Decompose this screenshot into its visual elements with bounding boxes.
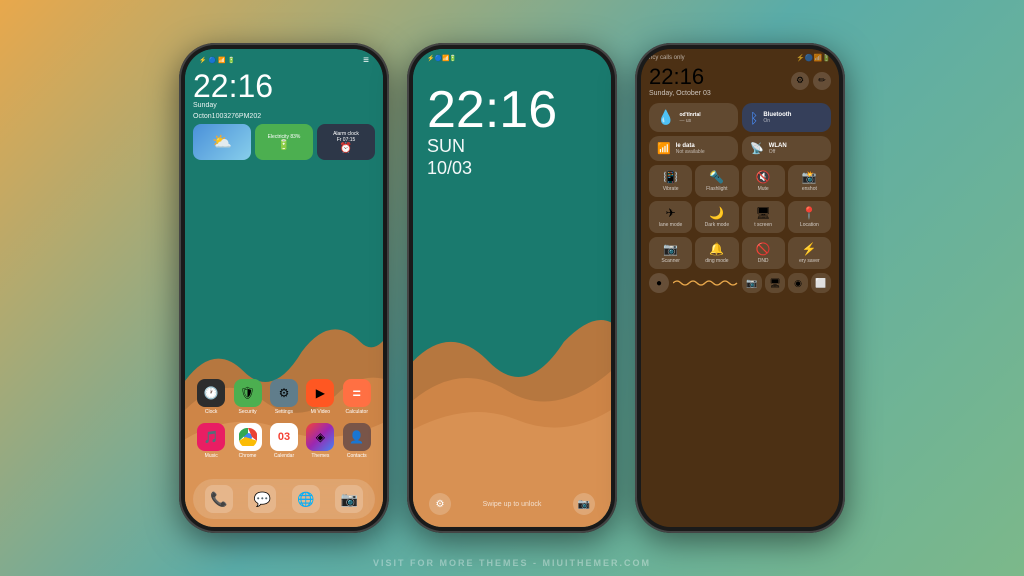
alarm-widget[interactable]: Alarm clock Fr 07:15 ⏰ [317,124,375,160]
cc-edit-icon[interactable]: ✏ [813,72,831,90]
phone-1-homescreen: ⚡🔵📶🔋 ≡ 22:16 Sunday Octon1003276PM202 ⛅ … [179,43,389,533]
cc-buttons-row3: 📷 Scanner 🔔 ding mode 🚫 DND ⚡ ery saver [649,237,831,269]
cc-btn-dnd[interactable]: 🚫 DND [742,237,785,269]
app-music[interactable]: 🎵 Music [194,423,228,459]
mute-icon: 🔇 [756,170,771,184]
lock-time-area: 22:16 SUN 10/03 [413,64,611,179]
home-date-line2: Octon1003276PM202 [193,113,375,120]
cc-settings-icon[interactable]: ⚙ [791,72,809,90]
cc-bluetooth-sub: On [763,118,823,124]
app-settings[interactable]: ⚙ Settings [267,379,301,415]
app-row-2: 🎵 Music Chrome 03 Calendar ◈ Themes [193,423,375,459]
cc-time-row: 22:16 Sunday, October 03 ⚙ ✏ [649,64,831,97]
screenshot-icon: 📸 [802,170,817,184]
cc-buttons-row2: ✈ lane mode 🌙 Dark mode 🖥 t screen 📍 Loc… [649,201,831,233]
menu-button[interactable]: ≡ [363,55,369,66]
lock-bottom-bar: ⚙ Swipe up to unlock 📷 [413,493,611,515]
cc-btn-ringmode[interactable]: 🔔 ding mode [695,237,738,269]
status-icons-left: ⚡🔵📶🔋 [199,57,235,64]
batterysaver-icon: ⚡ [802,242,817,256]
vibrate-icon: 📳 [663,170,678,184]
cc-tile-data[interactable]: 💧 od'tInrtal — us [649,103,738,132]
location-icon: 📍 [802,206,817,220]
cc-mobile-data-icon: 📶 [657,142,671,155]
cc-wlan-sub: Off [769,149,823,155]
cc-tile-data-icon: 💧 [657,109,674,126]
unlock-hint: Swipe up to unlock [483,501,542,508]
ringmode-icon: 🔔 [709,242,724,256]
dnd-icon: 🚫 [756,242,771,256]
lock-status-left: ⚡🔵📶🔋 [427,55,457,62]
cc-mobile-data-sub: Not available [676,149,730,155]
lock-time: 22:16 [427,84,597,136]
cc-wlan-icon: 📡 [750,142,764,155]
dock-messages[interactable]: 💬 [245,485,279,513]
app-clock[interactable]: 🕐 Clock [194,379,228,415]
cc-btn-vibrate[interactable]: 📳 Vibrate [649,165,692,197]
cc-tile-mobile-data[interactable]: 📶 le data Not available [649,136,738,161]
weather-widget[interactable]: ⛅ [193,124,251,160]
dock-camera[interactable]: 📷 [332,485,366,513]
flashlight-icon: 🔦 [709,170,724,184]
cc-icon-4[interactable]: ⬜ [811,273,831,293]
widgets-row: ⛅ Electricity 83% 🔋 Alarm clock Fr 07:15… [193,124,375,160]
cc-bottom-row: ● 📷 🖥 ◉ ⬜ [649,273,831,293]
castscreen-icon: 🖥 [756,206,771,220]
app-calendar[interactable]: 03 Calendar [267,423,301,459]
cc-btn-flashlight[interactable]: 🔦 Flashlight [695,165,738,197]
home-time: 22:16 [193,70,375,102]
cc-btn-mute[interactable]: 🔇 Mute [742,165,785,197]
dock-browser[interactable]: 🌐 [289,485,323,513]
lock-camera-icon[interactable]: 📷 [573,493,595,515]
app-contacts[interactable]: 👤 Contacts [340,423,374,459]
dock: 📞 💬 🌐 📷 [193,479,375,519]
lock-left-icon[interactable]: ⚙ [429,493,451,515]
app-mivideo[interactable]: ▶ Mi Video [303,379,337,415]
cc-emergency-text: ncy calls only [649,55,685,61]
app-chrome[interactable]: Chrome [231,423,265,459]
cc-btn-scanner[interactable]: 📷 Scanner [649,237,692,269]
scanner-icon: 📷 [663,242,678,256]
app-row-1: 🕐 Clock 🛡 Security ⚙ Settings ▶ Mi Video… [193,379,375,415]
cc-date: Sunday, October 03 [649,90,711,97]
dock-phone[interactable]: 📞 [202,485,236,513]
app-themes[interactable]: ◈ Themes [303,423,337,459]
cc-time: 22:16 [649,64,711,90]
watermark: VISIT FOR MORE THEMES - MIUITHEMER.COM [0,558,1024,568]
app-security[interactable]: 🛡 Security [231,379,265,415]
cc-tiles-grid: 💧 od'tInrtal — us ᛒ Bluetooth On [649,103,831,161]
cc-bottom-power[interactable]: ● [649,273,669,293]
cc-icon-1[interactable]: 📷 [742,273,762,293]
cc-tile-wlan[interactable]: 📡 WLAN Off [742,136,831,161]
lock-date: 10/03 [427,158,597,180]
battery-widget[interactable]: Electricity 83% 🔋 [255,124,313,160]
darkmode-icon: 🌙 [709,206,724,220]
phone-3-control-center: ncy calls only ⚡🔵📶🔋 22:16 Sunday, Octobe… [635,43,845,533]
cc-icon-2[interactable]: 🖥 [765,273,785,293]
cc-tile-bluetooth[interactable]: ᛒ Bluetooth On [742,103,831,132]
cc-btn-batterysaver[interactable]: ⚡ ery saver [788,237,831,269]
app-grid: 🕐 Clock 🛡 Security ⚙ Settings ▶ Mi Video… [185,379,383,467]
cc-btn-airplane[interactable]: ✈ lane mode [649,201,692,233]
airplane-icon: ✈ [666,206,676,220]
cc-icon-3[interactable]: ◉ [788,273,808,293]
cc-btn-castscreen[interactable]: 🖥 t screen [742,201,785,233]
bluetooth-icon: ᛒ [750,110,758,126]
status-bar-phone1: ⚡🔵📶🔋 ≡ [185,49,383,68]
app-calculator[interactable]: = Calculator [340,379,374,415]
home-date-line1: Sunday [193,102,375,109]
cc-btn-screenshot[interactable]: 📸 enshot [788,165,831,197]
cc-wave-visualizer [673,273,738,293]
cc-buttons-row1: 📳 Vibrate 🔦 Flashlight 🔇 Mute 📸 enshot [649,165,831,197]
status-bar-phone2: ⚡🔵📶🔋 [413,49,611,64]
phone-2-lockscreen: ⚡🔵📶🔋 22:16 SUN 10/03 ⚙ Swipe up to unloc… [407,43,617,533]
home-time-widget: 22:16 Sunday Octon1003276PM202 ⛅ Electri… [185,68,383,160]
lock-day: SUN [427,136,597,158]
cc-btn-darkmode[interactable]: 🌙 Dark mode [695,201,738,233]
cc-tile-data-sub: — us [679,118,730,124]
cc-status-icons: ⚡🔵📶🔋 [796,54,831,62]
cc-top-bar: ncy calls only ⚡🔵📶🔋 [649,54,831,62]
cc-bottom-icons: 📷 🖥 ◉ ⬜ [742,273,831,293]
cc-btn-location[interactable]: 📍 Location [788,201,831,233]
